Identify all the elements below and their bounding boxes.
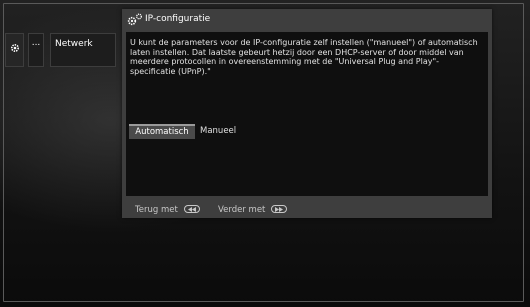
footer-back-label: Terug met [135, 205, 178, 215]
dialog-header: IP-configuratie [122, 9, 492, 31]
dialog-title: IP-configuratie [145, 14, 211, 24]
fast-forward-button-icon [271, 204, 288, 213]
gear-icon [10, 43, 20, 53]
option-automatic[interactable]: Automatisch [129, 124, 195, 139]
breadcrumb-ellipsis-label: ... [31, 38, 41, 48]
gears-icon [127, 13, 142, 26]
option-manual-label: Manueel [200, 126, 237, 136]
ip-config-dialog: IP-configuratie U kunt de parameters voo… [122, 9, 492, 218]
footer-next-label: Verder met [218, 205, 266, 215]
option-automatic-label: Automatisch [135, 127, 189, 137]
rewind-button-icon [183, 204, 200, 213]
breadcrumb-network-label: Netwerk [55, 39, 93, 49]
footer-next-hint: Verder met [218, 204, 288, 215]
dialog-description: U kunt de parameters voor de IP-configur… [130, 38, 478, 76]
breadcrumb-network[interactable]: Netwerk [50, 33, 116, 67]
option-manual[interactable]: Manueel [200, 124, 246, 139]
breadcrumb-settings[interactable] [5, 33, 24, 67]
footer-back-hint: Terug met [135, 204, 200, 215]
breadcrumb-ellipsis[interactable]: ... [28, 33, 44, 67]
dialog-content: U kunt de parameters voor de IP-configur… [126, 32, 488, 196]
